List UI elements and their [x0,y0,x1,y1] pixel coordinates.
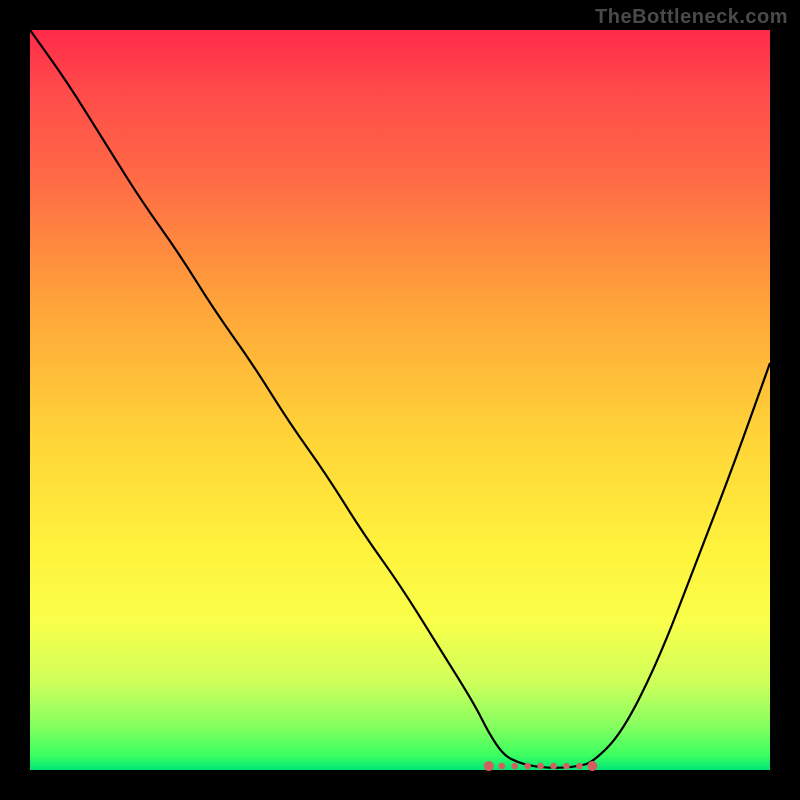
curve-line [30,30,770,768]
marker-dot [587,761,597,771]
marker-dot [550,763,557,770]
marker-dot [524,763,531,770]
marker-dot [484,761,494,771]
marker-dot [576,763,583,770]
marker-dot [563,763,570,770]
bottleneck-curve [30,30,770,770]
minimum-markers [484,761,598,771]
watermark-text: TheBottleneck.com [595,6,788,29]
plot-area [30,30,770,770]
chart-frame: TheBottleneck.com [0,0,800,800]
marker-dot [511,763,518,770]
marker-dot [498,763,505,770]
marker-dot [537,763,544,770]
